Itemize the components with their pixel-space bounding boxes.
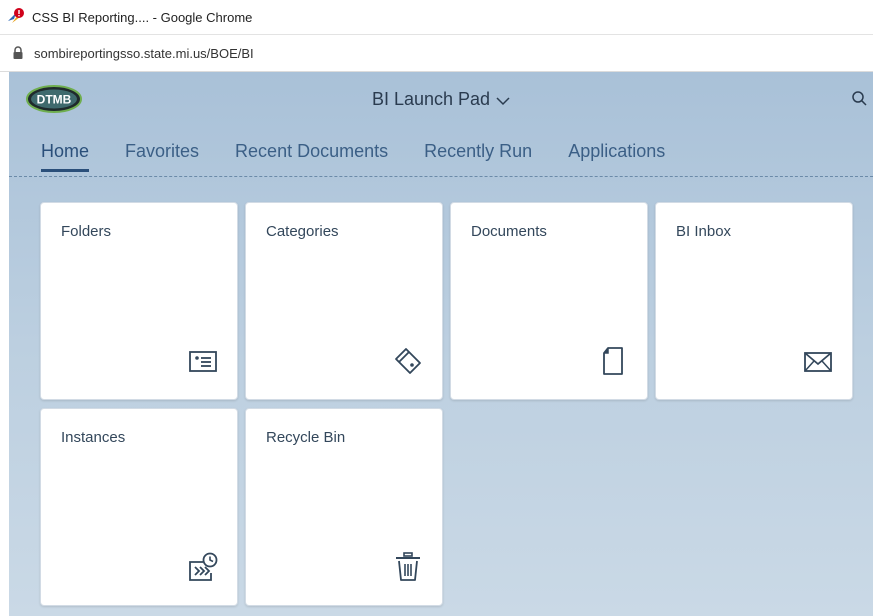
navigation-tabs: Home Favorites Recent Documents Recently… bbox=[41, 136, 701, 176]
address-bar[interactable]: sombireportingsso.state.mi.us/BOE/BI bbox=[0, 35, 873, 72]
launch-pad-title-menu[interactable]: BI Launch Pad bbox=[9, 89, 873, 111]
tile-recycle-bin[interactable]: Recycle Bin bbox=[245, 408, 443, 606]
window-title: CSS BI Reporting.... - Google Chrome bbox=[32, 9, 253, 25]
tile-label: Folders bbox=[61, 223, 112, 240]
scheduled-instances-icon bbox=[187, 551, 219, 583]
tabs-divider bbox=[9, 176, 873, 177]
tile-label: BI Inbox bbox=[676, 223, 732, 240]
lock-icon bbox=[12, 46, 24, 60]
tag-icon bbox=[392, 345, 424, 377]
tile-categories[interactable]: Categories bbox=[245, 202, 443, 400]
chevron-down-icon bbox=[496, 90, 510, 111]
tab-recent-documents[interactable]: Recent Documents bbox=[235, 136, 388, 176]
tab-recently-run[interactable]: Recently Run bbox=[424, 136, 532, 176]
tile-label: Categories bbox=[266, 223, 339, 240]
shell-bar: DTMB BI Launch Pad bbox=[9, 72, 873, 129]
browser-title-bar: CSS BI Reporting.... - Google Chrome bbox=[0, 0, 873, 35]
tab-applications[interactable]: Applications bbox=[568, 136, 665, 176]
tile-label: Instances bbox=[61, 429, 126, 446]
tile-folders[interactable]: Folders bbox=[40, 202, 238, 400]
envelope-icon bbox=[802, 345, 834, 377]
document-icon bbox=[597, 345, 629, 377]
page-title: BI Launch Pad bbox=[371, 89, 491, 109]
chrome-favicon-icon bbox=[6, 7, 26, 27]
search-icon[interactable] bbox=[851, 90, 869, 108]
tab-home[interactable]: Home bbox=[41, 136, 90, 176]
tile-label: Documents bbox=[471, 223, 547, 240]
tile-label: Recycle Bin bbox=[266, 429, 346, 446]
tab-favorites[interactable]: Favorites bbox=[125, 136, 199, 176]
url-text[interactable]: sombireportingsso.state.mi.us/BOE/BI bbox=[34, 46, 254, 61]
tile-documents[interactable]: Documents bbox=[450, 202, 648, 400]
bi-launch-pad-app: DTMB BI Launch Pad Home Favorites Recent… bbox=[9, 72, 873, 616]
trash-icon bbox=[392, 551, 424, 583]
folder-card-icon bbox=[187, 345, 219, 377]
tile-bi-inbox[interactable]: BI Inbox bbox=[655, 202, 853, 400]
tile-instances[interactable]: Instances bbox=[40, 408, 238, 606]
